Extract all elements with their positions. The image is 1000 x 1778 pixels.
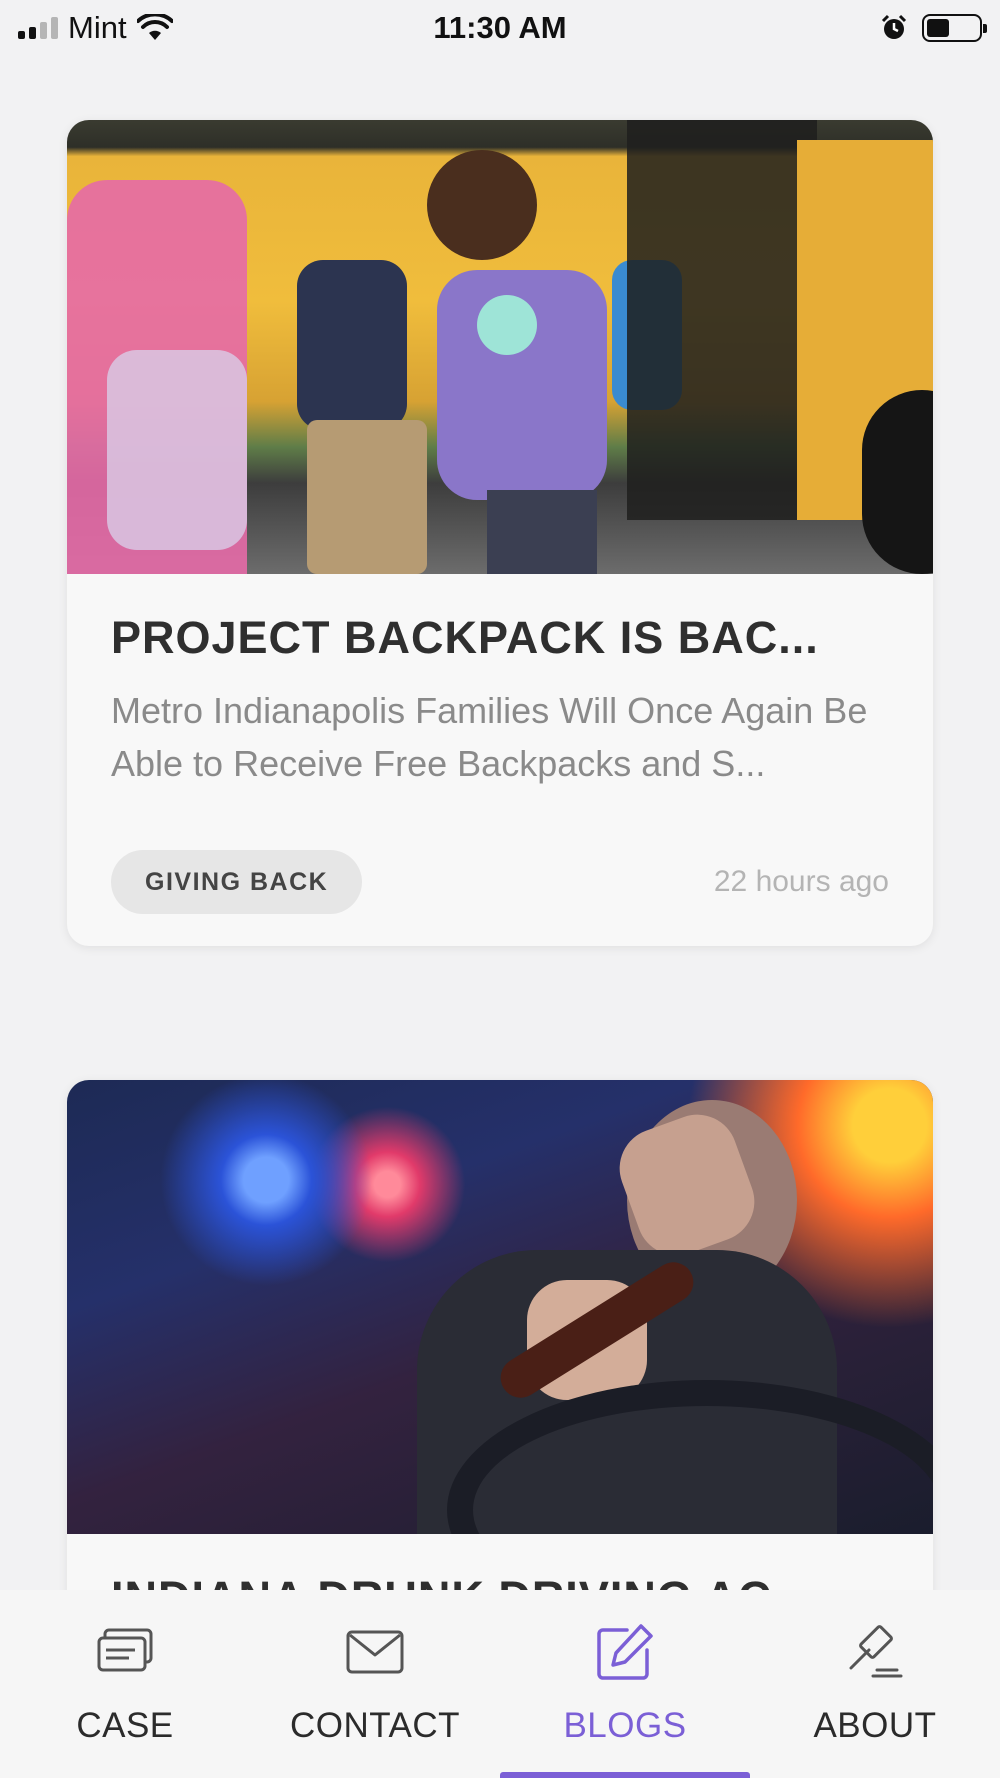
battery-icon (922, 14, 987, 42)
blog-card[interactable]: INDIANA DRUNK DRIVING AC... (67, 1080, 933, 1590)
status-left: Mint (18, 10, 173, 46)
post-excerpt: Metro Indianapolis Families Will Once Ag… (111, 690, 868, 784)
blog-feed[interactable]: PROJECT BACKPACK IS BAC... Metro Indiana… (0, 56, 1000, 1590)
status-bar: Mint 11:30 AM (0, 0, 1000, 56)
card-footer: GIVING BACK 22 hours ago (111, 850, 889, 914)
category-tag[interactable]: GIVING BACK (111, 850, 363, 914)
tab-label: BLOGS (563, 1706, 687, 1745)
alarm-icon (881, 14, 907, 39)
driver-with-bottle-police-lights-photo (67, 1080, 933, 1534)
blog-card[interactable]: PROJECT BACKPACK IS BAC... Metro Indiana… (67, 120, 933, 946)
bottom-tab-bar: CASE CONTACT BLOGS ABOUT (0, 1590, 1000, 1778)
tab-label: ABOUT (813, 1706, 937, 1745)
envelope-icon (346, 1630, 404, 1674)
tab-about[interactable]: ABOUT (750, 1590, 1000, 1778)
card-body: INDIANA DRUNK DRIVING AC... (67, 1534, 933, 1590)
post-timestamp: 22 hours ago (713, 865, 889, 898)
tab-blogs[interactable]: BLOGS (500, 1590, 750, 1778)
post-title[interactable]: PROJECT BACKPACK IS BAC... (111, 612, 889, 664)
status-right (880, 14, 987, 42)
tab-label: CASE (76, 1706, 174, 1745)
active-tab-indicator (500, 1772, 750, 1778)
wifi-icon (136, 14, 173, 40)
carrier-label: Mint (68, 10, 127, 45)
case-cards-icon (97, 1628, 153, 1672)
edit-note-icon (597, 1624, 653, 1680)
post-title[interactable]: INDIANA DRUNK DRIVING AC... (111, 1572, 889, 1590)
tab-label: CONTACT (289, 1706, 461, 1745)
tab-case[interactable]: CASE (0, 1590, 250, 1778)
gavel-icon (849, 1625, 903, 1678)
signal-icon (18, 17, 58, 39)
tab-contact[interactable]: CONTACT (250, 1590, 500, 1778)
children-boarding-school-bus-photo (67, 120, 933, 574)
card-body: PROJECT BACKPACK IS BAC... Metro Indiana… (67, 574, 933, 914)
